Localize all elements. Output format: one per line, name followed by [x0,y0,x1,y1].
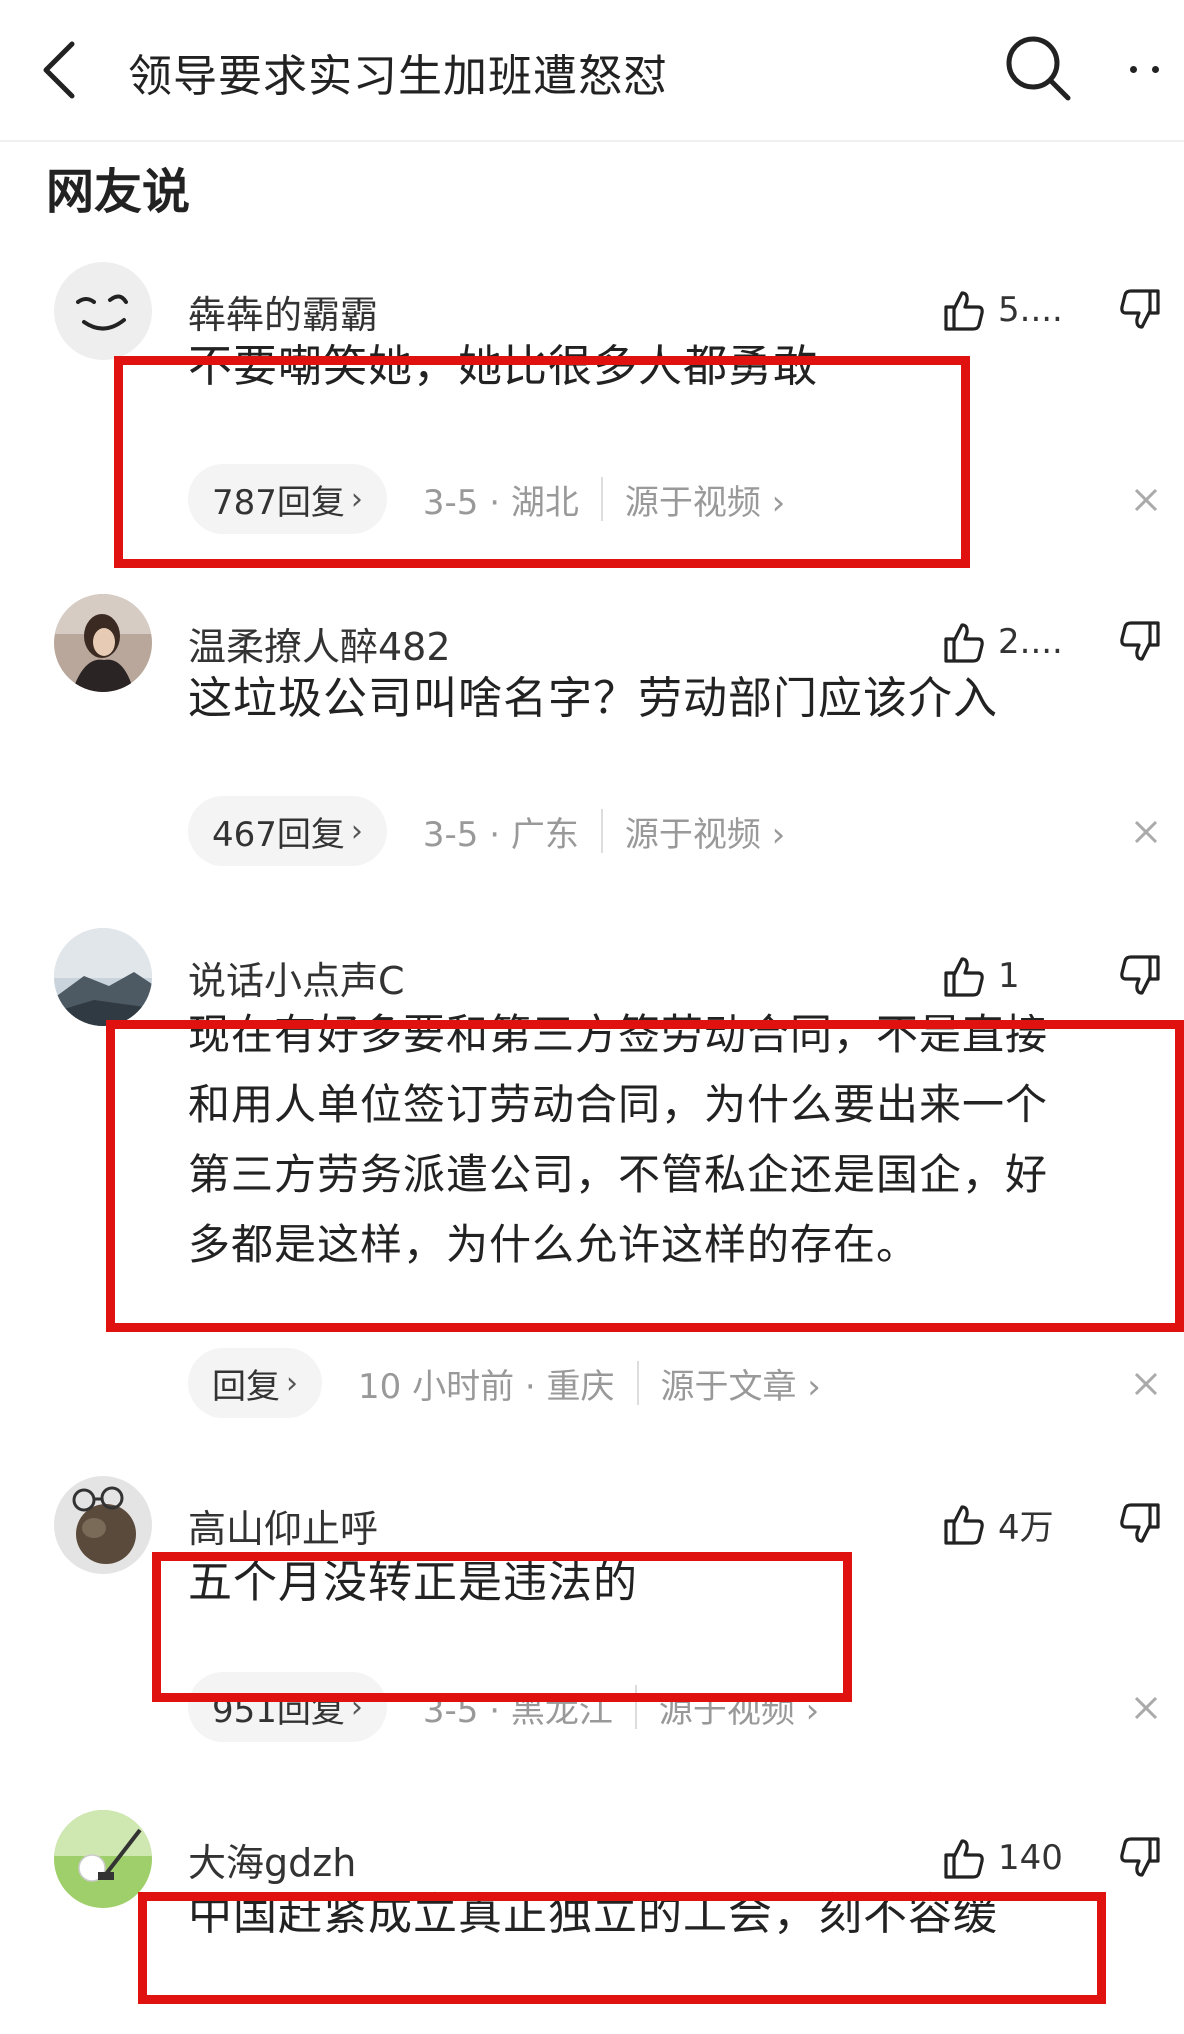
divider [600,477,603,521]
chevron-left-icon [43,41,75,99]
source-link[interactable]: 源于视频 › [659,1683,819,1732]
more-button[interactable] [1122,38,1174,98]
comment-text-line: 第三方劳务派遣公司，不管私企还是国企，好 [188,1150,1049,1199]
comment-text-line: 多都是这样，为什么允许这样的存在。 [188,1220,920,1269]
thumbs-down-icon [1120,289,1160,329]
reply-count: 467回复 [212,814,345,855]
section-title: 网友说 [46,164,191,220]
divider [600,809,603,853]
dislike-button[interactable] [1118,946,1176,1006]
username[interactable]: 犇犇的霸霸 [188,284,378,339]
chevron-right-icon: › [286,1365,298,1401]
avatar[interactable] [54,928,152,1026]
comment-text: 这垃圾公司叫啥名字？劳动部门应该介入 [188,673,998,724]
chevron-right-icon: › [350,1689,363,1725]
avatar[interactable] [54,594,152,692]
page-title: 领导要求实习生加班遭怒怼 [128,51,668,102]
thumbs-down-icon [1120,621,1160,661]
reply-count: 787回复 [212,482,345,523]
dislike-button[interactable] [1118,612,1176,672]
like-button[interactable]: 1 [940,946,1020,1006]
source-link[interactable]: 源于视频 › [625,807,785,856]
thumbs-up-icon [944,1839,984,1879]
comment-text-line: 现在有好多要和第三方签劳动合同，不是直接 [188,1010,1049,1059]
thumbs-up-icon [944,291,984,331]
reply-button[interactable]: 467回复 › [188,796,387,866]
search-button[interactable] [1000,30,1076,106]
close-button[interactable] [1124,1686,1168,1730]
search-icon [1006,36,1071,101]
reply-count: 951回复 [212,1690,345,1731]
dislike-button[interactable] [1118,280,1176,340]
avatar[interactable] [54,1810,152,1908]
username[interactable]: 温柔撩人醉482 [188,616,451,671]
chevron-right-icon: › [350,813,363,849]
reply-button[interactable]: 951回复 › [188,1672,387,1742]
dislike-button[interactable] [1118,1494,1176,1554]
dislike-button[interactable] [1118,1828,1176,1888]
like-count: 4万 [998,1507,1054,1548]
comment-text: 现在有好多要和第三方签劳动合同，不是直接 和用人单位签订劳动合同，为什么要出来一… [188,1000,1048,1280]
username[interactable]: 大海gdzh [188,1832,356,1887]
like-count: 2.... [998,622,1063,662]
thumbs-up-icon [944,957,984,997]
avatar[interactable] [54,262,152,360]
divider [634,1685,637,1729]
thumbs-up-icon [944,623,984,663]
divider [636,1361,639,1405]
source-link[interactable]: 源于文章 › [661,1359,821,1408]
comment-meta: 787回复 › 3-5 · 湖北 源于视频 › [188,464,785,534]
like-button[interactable]: 5.... [940,280,1063,340]
comment-meta: 951回复 › 3-5 · 黑龙江 源于视频 › [188,1672,819,1742]
chevron-right-icon: › [350,481,363,517]
close-icon [1134,1372,1158,1396]
close-icon [1134,820,1158,844]
like-button[interactable]: 2.... [940,612,1063,672]
source-link[interactable]: 源于视频 › [625,475,785,524]
reply-count: 回复 [212,1366,280,1407]
like-count: 140 [998,1838,1063,1878]
top-bar: 领导要求实习生加班遭怒怼 [0,0,1184,142]
comment-text: 中国赶紧成立真正独立的工会，刻不容缓 [188,1889,998,1940]
like-count: 1 [998,956,1020,996]
comment-text: 不要嘲笑她，她比很多人都勇敢 [188,341,818,392]
comment-text: 五个月没转正是违法的 [188,1557,638,1608]
thumbs-down-icon [1120,1837,1160,1877]
username[interactable]: 高山仰止呼 [188,1498,378,1553]
avatar[interactable] [54,1476,152,1574]
close-button[interactable] [1124,1362,1168,1406]
comment-date-location: 3-5 · 广东 [422,814,579,855]
comment-meta: 回复 › 10 小时前 · 重庆 源于文章 › [188,1348,821,1418]
comment-date-location: 10 小时前 · 重庆 [358,1366,615,1407]
close-icon [1134,488,1158,512]
comment-meta: 467回复 › 3-5 · 广东 源于视频 › [188,796,785,866]
back-button[interactable] [30,28,90,112]
thumbs-down-icon [1120,1503,1160,1543]
like-count: 5.... [998,290,1063,330]
reply-button[interactable]: 787回复 › [188,464,387,534]
comment-text-line: 和用人单位签订劳动合同，为什么要出来一个 [188,1080,1049,1129]
close-icon [1134,1696,1158,1720]
like-button[interactable]: 4万 [940,1494,1054,1554]
comment-date-location: 3-5 · 湖北 [422,482,579,523]
username[interactable]: 说话小点声C [188,950,405,1005]
thumbs-up-icon [944,1505,984,1545]
reply-button[interactable]: 回复 › [188,1348,322,1418]
like-button[interactable]: 140 [940,1828,1063,1888]
thumbs-down-icon [1120,955,1160,995]
comment-date-location: 3-5 · 黑龙江 [422,1690,613,1731]
close-button[interactable] [1124,478,1168,522]
close-button[interactable] [1124,810,1168,854]
